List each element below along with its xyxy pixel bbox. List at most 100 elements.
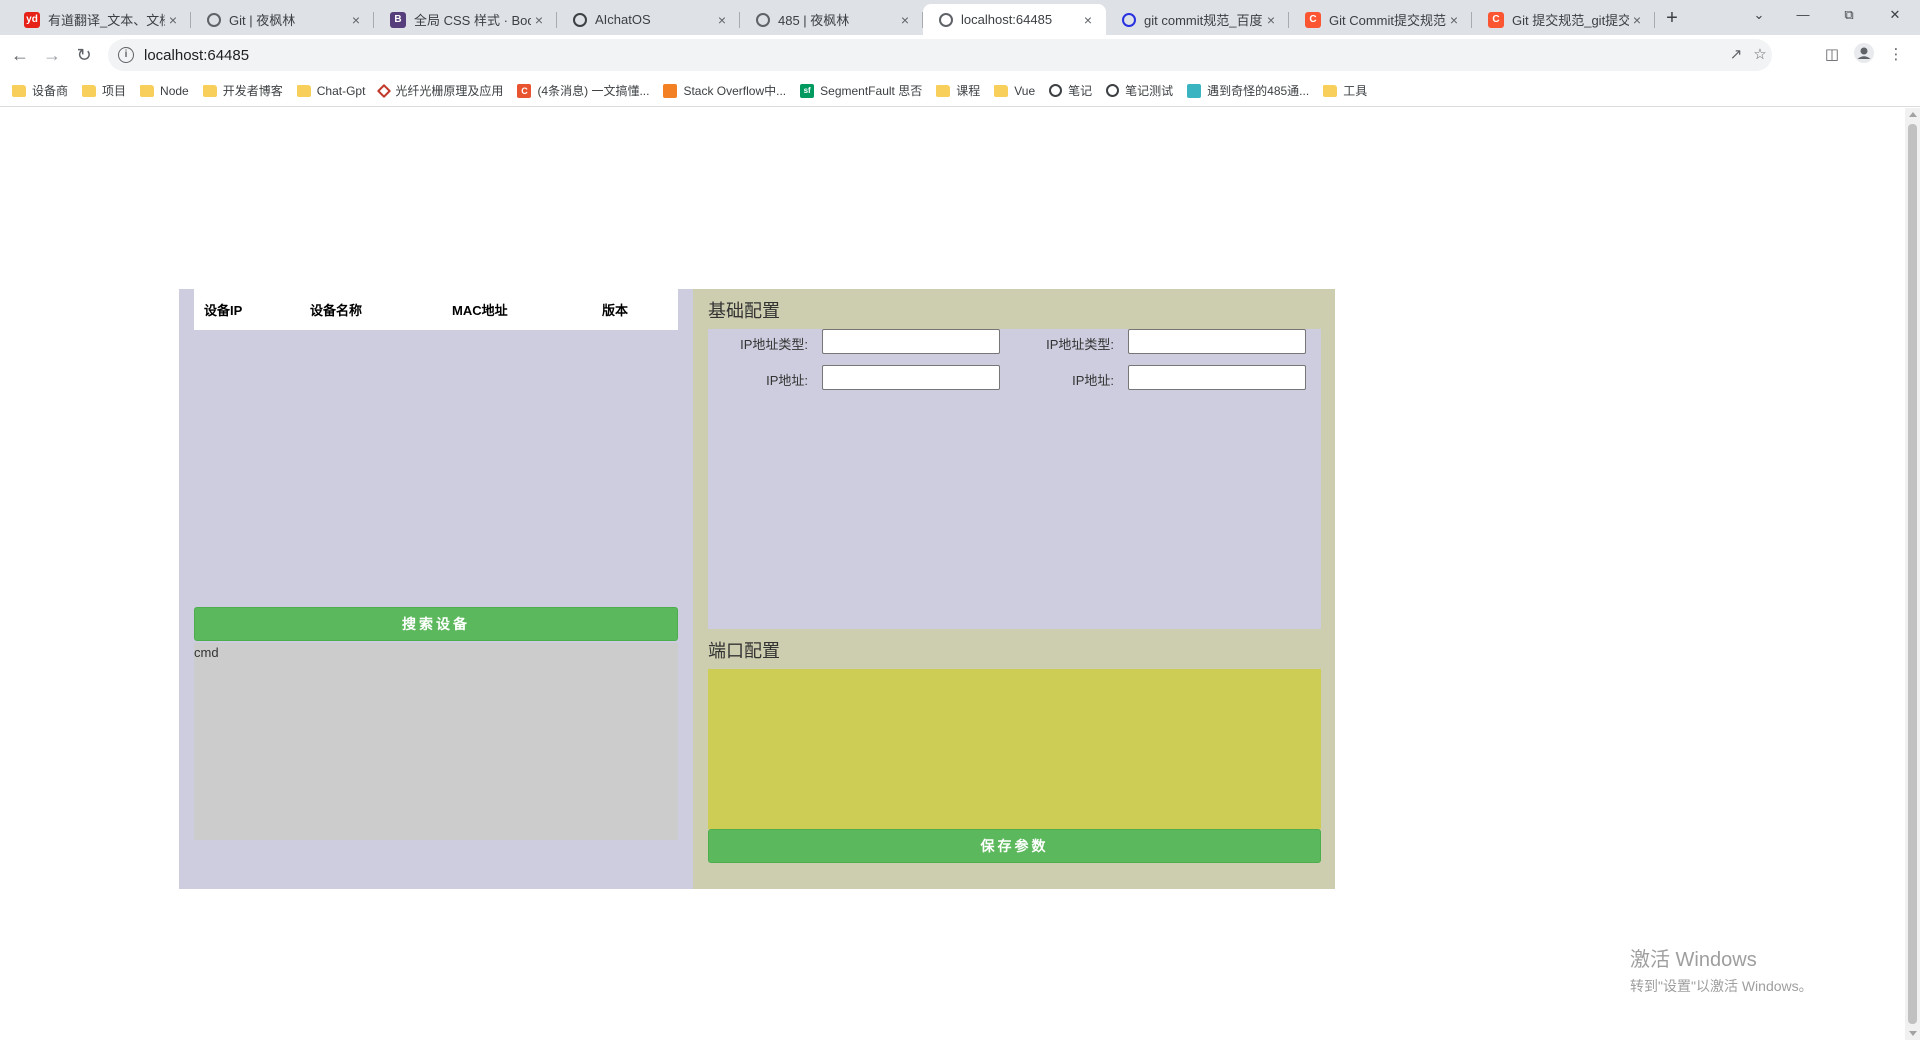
bookmark-item[interactable]: Chat-Gpt — [296, 84, 365, 98]
csdn-icon: C — [1305, 11, 1321, 28]
save-parameters-button[interactable]: 保存参数 — [708, 829, 1321, 863]
bookmark-label: 开发者博客 — [222, 84, 283, 98]
share-icon[interactable]: ↗ — [1726, 45, 1746, 65]
globe-icon — [1049, 84, 1063, 97]
tab-close-icon[interactable]: × — [531, 12, 547, 28]
scrollbar-thumb[interactable] — [1908, 124, 1917, 1024]
bookmark-label: 遇到奇怪的485通... — [1207, 84, 1310, 98]
globe-icon — [939, 12, 953, 27]
browser-menu-icon[interactable]: ⋮ — [1884, 43, 1908, 67]
bookmarks-bar: 设备商 项目 Node 开发者博客 Chat-Gpt 光纤光栅原理及应用 C (4条消息) 一… — [0, 75, 1920, 107]
tab-close-icon[interactable]: × — [165, 12, 181, 28]
tab-title: 有道翻译_文本、文档 — [48, 13, 165, 28]
bookmark-label: (4条消息) 一文搞懂... — [537, 84, 650, 98]
ip-type-input-2[interactable] — [1128, 329, 1306, 354]
basic-config-box: IP地址类型: IP地址类型: IP地址: IP地址: — [708, 329, 1321, 629]
ip-address-input-1[interactable] — [822, 365, 1000, 390]
side-panel-icon[interactable]: ◫ — [1820, 43, 1844, 67]
globe-icon — [1106, 84, 1120, 97]
ip-address-input-2[interactable] — [1128, 365, 1306, 390]
browser-tab[interactable]: 485 | 夜枫林 × — [740, 4, 923, 35]
browser-tab[interactable]: localhost:64485 × — [923, 4, 1106, 35]
tab-separator — [1654, 12, 1655, 28]
globe-icon — [207, 12, 221, 27]
column-device-ip: 设备IP — [204, 303, 243, 318]
new-tab-button[interactable]: + — [1660, 6, 1684, 30]
browser-tab[interactable]: Git | 夜枫林 × — [191, 4, 374, 35]
minimize-icon[interactable]: — — [1780, 0, 1826, 30]
tab-title: Git | 夜枫林 — [229, 13, 296, 28]
folder-icon — [202, 84, 217, 97]
bookmark-item[interactable]: sf SegmentFault 思否 — [800, 82, 922, 99]
youdao-icon: yd — [24, 11, 40, 28]
browser-tab[interactable]: yd 有道翻译_文本、文档 × — [8, 4, 191, 35]
csdn-icon: C — [1488, 11, 1504, 28]
folder-icon — [936, 84, 951, 97]
tab-close-icon[interactable]: × — [714, 12, 730, 28]
folder-icon — [82, 84, 97, 97]
port-config-title: 端口配置 — [708, 641, 780, 661]
watermark-title: 激活 Windows — [1630, 949, 1757, 971]
page-scrollbar[interactable] — [1905, 108, 1920, 1040]
address-bar[interactable]: i localhost:64485 ↗ ☆ — [108, 39, 1772, 71]
folder-icon — [12, 84, 26, 97]
tab-search-icon[interactable]: ⌄ — [1736, 0, 1782, 30]
bookmark-item[interactable]: Vue — [994, 84, 1035, 98]
browser-tab[interactable]: B 全局 CSS 样式 · Boot × — [374, 4, 557, 35]
search-devices-button[interactable]: 搜索设备 — [194, 607, 678, 641]
windows-activation-watermark: 激活 Windows 转到"设置"以激活 Windows。 — [1630, 943, 1813, 996]
bookmark-item[interactable]: 笔记测试 — [1106, 82, 1173, 99]
bookmark-item[interactable]: 笔记 — [1049, 82, 1092, 99]
bookmark-item[interactable]: 开发者博客 — [202, 82, 283, 99]
browser-tab[interactable]: AIchatOS × — [557, 4, 740, 35]
tab-close-icon[interactable]: × — [1446, 12, 1462, 28]
bookmark-label: 光纤光栅原理及应用 — [395, 84, 504, 98]
browser-tab[interactable]: C Git 提交规范_git提交 × — [1472, 4, 1655, 35]
bookmark-item[interactable]: Node — [140, 84, 189, 98]
ip-type-input-1[interactable] — [822, 329, 1000, 354]
forward-arrow-icon[interactable]: → — [40, 43, 64, 67]
tab-close-icon[interactable]: × — [1263, 12, 1279, 28]
bookmark-item[interactable]: 遇到奇怪的485通... — [1187, 82, 1309, 99]
tab-title: localhost:64485 — [961, 12, 1053, 27]
column-mac-address: MAC地址 — [452, 303, 508, 318]
tab-close-icon[interactable]: × — [897, 12, 913, 28]
restore-icon[interactable]: ⧉ — [1826, 0, 1872, 30]
address-url[interactable]: localhost:64485 — [144, 47, 249, 64]
scroll-up-arrow-icon[interactable] — [1909, 112, 1917, 117]
tab-close-icon[interactable]: × — [348, 12, 364, 28]
bookmark-item[interactable]: Stack Overflow中... — [663, 82, 786, 99]
sf-icon: sf — [800, 83, 815, 98]
tab-title: AIchatOS — [595, 12, 651, 27]
close-window-icon[interactable]: ✕ — [1872, 0, 1918, 30]
tab-close-icon[interactable]: × — [1080, 12, 1096, 28]
bookmark-item[interactable]: 项目 — [82, 82, 126, 99]
bookmark-item[interactable]: C (4条消息) 一文搞懂... — [517, 82, 649, 99]
bookmark-item[interactable]: 设备商 — [12, 82, 68, 99]
basic-config-title: 基础配置 — [708, 301, 780, 321]
tab-close-icon[interactable]: × — [1629, 12, 1645, 28]
device-list-panel: 设备IP 设备名称 MAC地址 版本 搜索设备 cmd — [179, 289, 693, 889]
baidu-icon — [1122, 12, 1136, 27]
openai-icon — [573, 12, 587, 27]
bookmark-item[interactable]: 光纤光栅原理及应用 — [377, 82, 504, 99]
site-info-icon[interactable]: i — [118, 47, 134, 63]
folder-icon — [140, 84, 155, 97]
bookmark-item[interactable]: 课程 — [936, 82, 980, 99]
browser-tab[interactable]: C Git Commit提交规范 × — [1289, 4, 1472, 35]
bookmark-star-icon[interactable]: ☆ — [1750, 45, 1770, 65]
scroll-down-arrow-icon[interactable] — [1909, 1031, 1917, 1036]
config-panel: 基础配置 IP地址类型: IP地址类型: IP地址: IP地址: 端口配置 保存… — [693, 289, 1335, 889]
ip-type-label-1: IP地址类型: — [740, 337, 808, 352]
bookmark-item[interactable]: 工具 — [1323, 82, 1367, 99]
bookmark-label: 项目 — [102, 84, 127, 98]
reload-icon[interactable]: ↻ — [72, 43, 96, 67]
tab-title: 全局 CSS 样式 · Boot — [414, 13, 531, 28]
bookmark-label: SegmentFault 思否 — [820, 84, 923, 98]
back-arrow-icon[interactable]: ← — [8, 43, 32, 67]
profile-avatar-icon[interactable] — [1852, 43, 1876, 67]
tab-title: git commit规范_百度 — [1144, 13, 1263, 28]
teal-icon — [1187, 83, 1202, 98]
browser-tab[interactable]: git commit规范_百度 × — [1106, 4, 1289, 35]
cmd-output-area[interactable] — [194, 643, 678, 840]
